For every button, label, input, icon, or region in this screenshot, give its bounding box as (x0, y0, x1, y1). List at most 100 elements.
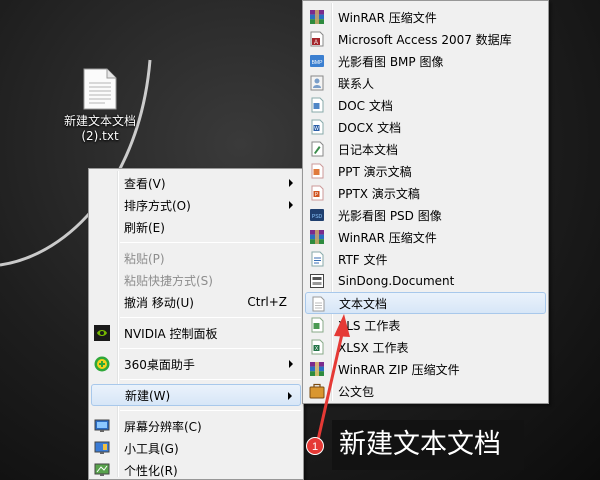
new-doc-document[interactable]: DOC 文档 (305, 94, 546, 116)
menu-item-label: 刷新(E) (124, 220, 165, 235)
new-bmp-image[interactable]: BMP 光影看图 BMP 图像 (305, 50, 546, 72)
menu-separator (120, 242, 301, 243)
menu-item-sort-by[interactable]: 排序方式(O) (91, 194, 301, 216)
menu-item-view[interactable]: 查看(V) (91, 172, 301, 194)
desktop-context-menu: 查看(V) 排序方式(O) 刷新(E) 粘贴(P) 粘贴快捷方式(S) 撤消 移… (88, 168, 304, 480)
menu-item-screen-resolution[interactable]: 屏幕分辨率(C) (91, 415, 301, 437)
annotation-step-badge: 1 (306, 437, 324, 455)
new-pptx-presentation[interactable]: P PPTX 演示文稿 (305, 182, 546, 204)
new-rtf-file[interactable]: RTF 文件 (305, 248, 546, 270)
menu-item-label: PPTX 演示文稿 (338, 186, 420, 201)
contact-icon (310, 75, 324, 91)
new-xls-worksheet[interactable]: XLS 工作表 (305, 314, 546, 336)
360-assistant-icon (94, 356, 110, 372)
annotation-callout: 新建文本文档 (332, 420, 524, 470)
menu-separator (120, 410, 301, 411)
menu-item-label: 粘贴(P) (124, 251, 165, 266)
winrar-zip-icon (310, 362, 324, 376)
new-text-document[interactable]: 文本文档 (305, 292, 546, 314)
menu-item-new[interactable]: 新建(W) (91, 384, 301, 406)
submenu-arrow-icon (288, 392, 292, 400)
new-ppt-presentation[interactable]: PPT 演示文稿 (305, 160, 546, 182)
menu-item-label: RTF 文件 (338, 252, 388, 267)
menu-item-label: 文本文档 (339, 296, 388, 311)
menu-item-label: 撤消 移动(U) (124, 295, 194, 310)
menu-item-label: DOCX 文档 (338, 120, 402, 135)
sindong-icon (310, 274, 324, 288)
menu-item-label: WinRAR ZIP 压缩文件 (338, 362, 460, 377)
new-winrar-archive[interactable]: WinRAR 压缩文件 (305, 6, 546, 28)
menu-item-label: 日记本文档 (338, 142, 399, 157)
desktop-file-name: 新建文本文档 (2).txt (63, 114, 136, 143)
desktop-file-icon[interactable]: 新建文本文档 (2).txt (60, 68, 140, 144)
briefcase-icon (309, 383, 325, 399)
new-sindong-document[interactable]: SinDong.Document (305, 270, 546, 292)
menu-item-label: 屏幕分辨率(C) (124, 419, 202, 434)
new-winrar-zip-archive[interactable]: WinRAR ZIP 压缩文件 (305, 358, 546, 380)
rtf-icon (311, 251, 324, 267)
new-xlsx-worksheet[interactable]: X XLSX 工作表 (305, 336, 546, 358)
menu-item-label: 新建(W) (125, 388, 171, 403)
pptx-icon: P (311, 185, 324, 201)
submenu-arrow-icon (289, 360, 293, 368)
gadgets-icon (94, 441, 110, 454)
menu-item-label: NVIDIA 控制面板 (124, 326, 218, 341)
new-submenu: WinRAR 压缩文件 A Microsoft Access 2007 数据库 … (302, 0, 549, 404)
menu-item-label: 排序方式(O) (124, 198, 191, 213)
menu-item-label: 粘贴快捷方式(S) (124, 273, 213, 288)
menu-item-label: 光影看图 PSD 图像 (338, 208, 442, 223)
menu-item-360-desktop-assistant[interactable]: 360桌面助手 (91, 353, 301, 375)
bmp-icon: BMP (310, 55, 324, 67)
text-document-icon (312, 296, 325, 312)
journal-icon (311, 141, 324, 157)
menu-item-refresh[interactable]: 刷新(E) (91, 216, 301, 238)
display-icon (94, 419, 110, 432)
menu-item-undo-move[interactable]: 撤消 移动(U) Ctrl+Z (91, 291, 301, 313)
menu-item-label: 个性化(R) (124, 463, 178, 478)
winrar-icon (310, 10, 324, 24)
menu-item-label: 光影看图 BMP 图像 (338, 54, 444, 69)
svg-text:A: A (314, 40, 318, 46)
docx-icon: W (311, 119, 324, 135)
ppt-icon (311, 163, 324, 179)
new-winrar-archive-2[interactable]: WinRAR 压缩文件 (305, 226, 546, 248)
svg-text:BMP: BMP (312, 60, 324, 66)
winrar-icon (310, 230, 324, 244)
menu-item-personalize[interactable]: 个性化(R) (91, 459, 301, 480)
nvidia-icon (94, 325, 110, 341)
new-psd-image[interactable]: PSD 光影看图 PSD 图像 (305, 204, 546, 226)
menu-item-label: 查看(V) (124, 176, 166, 191)
psd-icon: PSD (310, 209, 324, 221)
text-file-icon (83, 68, 117, 110)
menu-item-label: XLSX 工作表 (338, 340, 409, 355)
menu-item-nvidia-control-panel[interactable]: NVIDIA 控制面板 (91, 322, 301, 344)
menu-item-label: 360桌面助手 (124, 357, 195, 372)
new-docx-document[interactable]: W DOCX 文档 (305, 116, 546, 138)
menu-item-label: XLS 工作表 (338, 318, 401, 333)
access-icon: A (310, 31, 324, 47)
menu-item-paste: 粘贴(P) (91, 247, 301, 269)
menu-item-label: Microsoft Access 2007 数据库 (338, 32, 512, 47)
menu-item-label: SinDong.Document (338, 274, 455, 288)
new-journal-document[interactable]: 日记本文档 (305, 138, 546, 160)
submenu-arrow-icon (289, 201, 293, 209)
menu-item-label: PPT 演示文稿 (338, 164, 412, 179)
menu-item-label: 小工具(G) (124, 441, 179, 456)
menu-item-gadgets[interactable]: 小工具(G) (91, 437, 301, 459)
menu-item-label: 公文包 (338, 384, 375, 399)
submenu-arrow-icon (289, 179, 293, 187)
menu-item-label: WinRAR 压缩文件 (338, 230, 437, 245)
svg-text:W: W (314, 126, 319, 132)
menu-item-label: WinRAR 压缩文件 (338, 10, 437, 25)
menu-item-shortcut: Ctrl+Z (247, 295, 287, 309)
new-contact[interactable]: 联系人 (305, 72, 546, 94)
doc-icon (311, 97, 324, 113)
new-access-database[interactable]: A Microsoft Access 2007 数据库 (305, 28, 546, 50)
personalize-icon (94, 463, 110, 476)
menu-separator (120, 379, 301, 380)
new-briefcase[interactable]: 公文包 (305, 380, 546, 402)
menu-separator (120, 348, 301, 349)
menu-item-label: DOC 文档 (338, 98, 393, 113)
svg-text:PSD: PSD (312, 214, 323, 220)
xlsx-icon: X (311, 339, 324, 355)
